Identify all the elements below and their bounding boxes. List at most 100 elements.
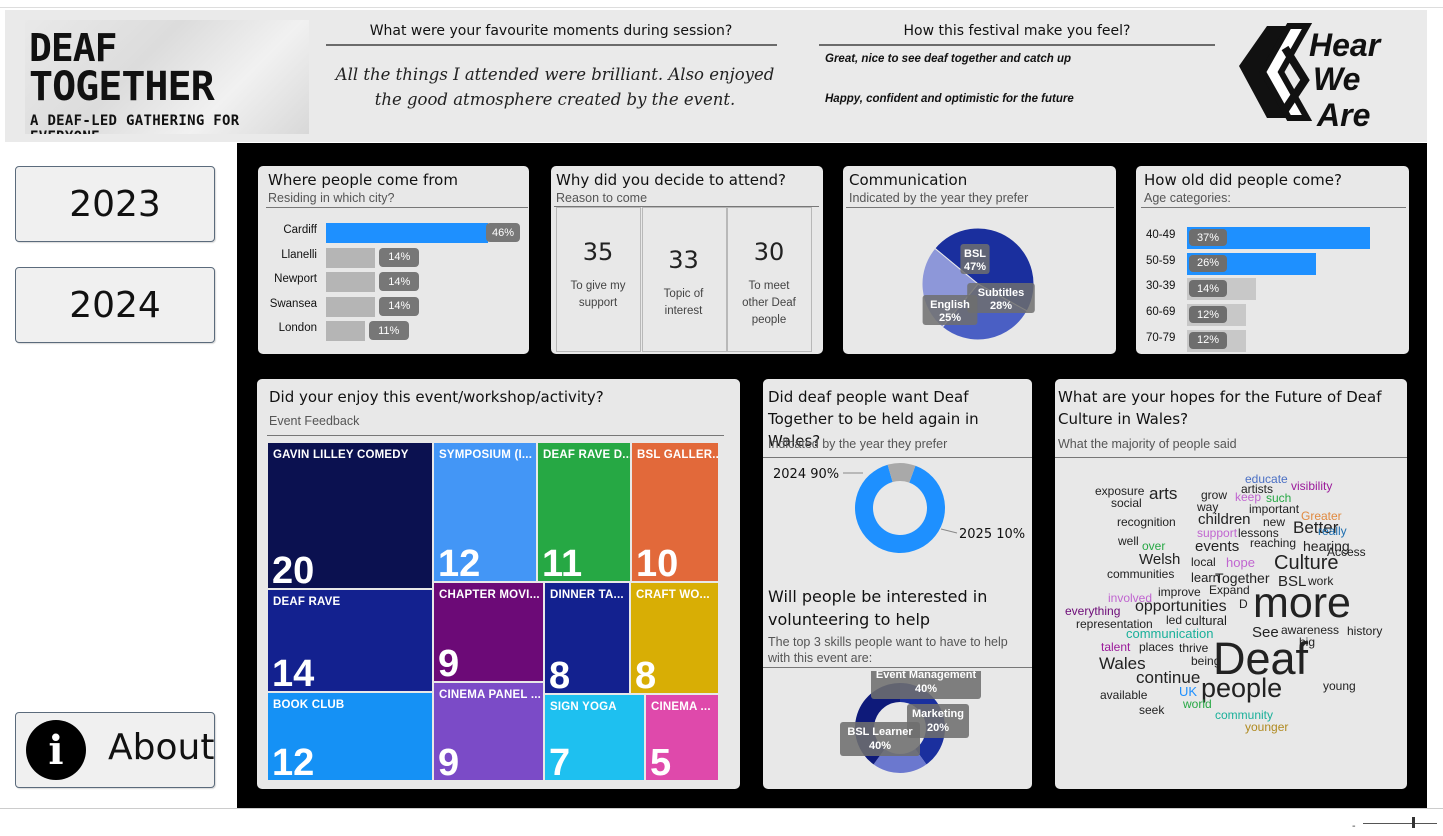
why-kpi-label: To give my support [570, 280, 626, 309]
deaf-together-logo: DEAF TOGETHER A DEAF-LED GATHERING FOR E… [25, 20, 309, 134]
year-2023-button[interactable]: 2023 [15, 166, 215, 242]
pie-slice-name: English [930, 299, 970, 311]
why-kpi-value: 35 [582, 238, 614, 266]
pie-slice-pct: 25% [939, 312, 961, 324]
dashboard-page: DEAF TOGETHER A DEAF-LED GATHERING FOR E… [0, 0, 1443, 836]
why-kpi-label: Topic of interest [663, 288, 704, 317]
treemap-tile[interactable]: CHAPTER MOVI... 9 [434, 583, 543, 681]
treemap-tile[interactable]: CINEMA PANEL ... 9 [434, 683, 543, 780]
word-cloud-term: more [1253, 579, 1351, 627]
age-label: 40-49 [1146, 229, 1176, 241]
why-kpi-card: 30 To meet other Deaf people [727, 207, 812, 352]
word-cloud-term: Expand [1209, 583, 1250, 597]
age-label: 50-59 [1146, 254, 1176, 267]
treemap-tile[interactable]: BOOK CLUB 12 [268, 693, 432, 780]
where-from-rule [266, 207, 528, 208]
city-bar[interactable] [326, 223, 488, 243]
where-from-card: Where people come from Residing in which… [258, 166, 529, 354]
treemap-tile-value: 11 [542, 543, 583, 581]
bottom-status-bar: - [0, 808, 1443, 836]
word-cloud-term: young [1323, 679, 1356, 693]
city-bar[interactable] [326, 296, 376, 317]
pie-slice-name: Subtitles [978, 287, 1024, 299]
why-kpi-label: To meet other Deaf people [742, 280, 796, 326]
why-kpi-card: 35 To give my support [556, 207, 641, 352]
volunteer-skill-name: Marketing [912, 708, 964, 720]
word-cloud-term: reaching [1250, 536, 1297, 550]
word-cloud-term: led [1166, 613, 1183, 627]
age-rule [1141, 207, 1406, 208]
zoom-slider-handle[interactable] [1412, 817, 1415, 828]
treemap-tile-value: 14 [272, 653, 315, 691]
age-title: How old did people come? [1144, 171, 1342, 189]
feedback-treemap: GAVIN LILLEY COMEDY 20 DEAF RAVE 14 BOOK CLU… [268, 443, 718, 780]
city-bar[interactable] [326, 272, 376, 292]
zoom-minus-icon[interactable]: - [1352, 821, 1356, 832]
volunteer-skill-pct: 40% [869, 740, 891, 752]
why-attend-card: Why did you decide to attend? Reason to … [551, 166, 823, 354]
word-cloud-term: available [1100, 688, 1148, 702]
treemap-tile[interactable]: DINNER TA... 8 [545, 583, 629, 693]
word-cloud-term: thrive [1179, 641, 1209, 655]
city-bar[interactable] [326, 247, 376, 268]
word-cloud-term: world [1183, 697, 1212, 711]
treemap-tile-value: 10 [636, 543, 679, 581]
treemap-tile-label: DINNER TA... [550, 589, 624, 601]
again-wales-donut: 2024 90% 2025 10% [773, 463, 1025, 553]
treemap-tile[interactable]: BSL GALLER... 10 [632, 443, 718, 581]
word-cloud-term: people [1201, 673, 1283, 703]
word-cloud-term: social [1111, 496, 1142, 510]
hopes-word-cloud: educate exposure artists visibility social ar… [1055, 379, 1407, 789]
age-pct-label: 14% [1189, 280, 1227, 298]
treemap-tile[interactable]: CINEMA ... 5 [646, 695, 718, 780]
treemap-tile-label: BOOK CLUB [273, 699, 345, 711]
why-kpi-value: 33 [668, 246, 699, 274]
treemap-tile[interactable]: CRAFT WO... 8 [631, 583, 718, 693]
dashboard-area: Where people come from Residing in which… [237, 143, 1427, 808]
word-cloud-term: communities [1107, 567, 1175, 581]
pie-slice-pct: 47% [964, 261, 986, 273]
treemap-tile-label: DEAF RAVE D... [543, 449, 630, 461]
volunteer-skill-pct: 20% [927, 722, 949, 734]
word-cloud-term: everything [1065, 604, 1121, 618]
favourite-moments-answer: All the things I attended were brilliant… [335, 65, 775, 109]
city-label: Swansea [269, 297, 317, 310]
word-cloud-term: communication [1126, 626, 1214, 641]
volunteer-title: Will people be interested in volunteerin… [768, 587, 988, 629]
treemap-tile-value: 7 [549, 742, 571, 780]
treemap-tile[interactable]: SYMPOSIUM (I... 12 [434, 443, 536, 581]
hwa-word-3: Are [1316, 97, 1370, 133]
volunteer-skill-name: Event Management [876, 671, 977, 681]
word-cloud-term: Culture [1274, 552, 1339, 574]
where-from-title: Where people come from [268, 171, 458, 189]
treemap-tile-value: 20 [272, 550, 315, 588]
volunteer-skill-name: BSL Learner [847, 726, 913, 738]
city-pct-label: 14% [379, 247, 420, 267]
about-button[interactable]: i About [15, 712, 215, 788]
treemap-tile[interactable]: SIGN YOGA 7 [545, 695, 644, 780]
city-bar[interactable] [326, 321, 365, 341]
treemap-tile-value: 9 [438, 742, 460, 780]
hopes-card: What are your hopes for the Future of De… [1055, 379, 1407, 789]
treemap-tile-value: 8 [635, 655, 657, 693]
volunteer-donut: Event Management 40% Marketing 20% BSL Learn… [840, 671, 981, 773]
city-label: Cardiff [283, 224, 317, 236]
word-cloud-term: recognition [1117, 515, 1176, 529]
age-pct-label: 12% [1189, 306, 1227, 324]
treemap-tile[interactable]: GAVIN LILLEY COMEDY 20 [268, 443, 432, 588]
city-pct-label: 14% [379, 296, 420, 316]
year-2024-button[interactable]: 2024 [15, 267, 215, 343]
treemap-tile-label: DEAF RAVE [273, 596, 341, 608]
treemap-tile-label: BSL GALLER... [637, 449, 718, 461]
why-attend-subtitle: Reason to come [556, 191, 648, 205]
treemap-tile[interactable]: DEAF RAVE 14 [268, 590, 432, 691]
why-kpi-card: 33 Topic of interest [641, 207, 727, 352]
why-kpi-value: 30 [753, 238, 785, 266]
communication-card: Communication Indicated by the year they… [843, 166, 1116, 354]
age-pct-label: 12% [1189, 331, 1227, 349]
where-from-subtitle: Residing in which city? [268, 191, 395, 205]
treemap-tile[interactable]: DEAF RAVE D... 11 [538, 443, 630, 581]
word-cloud-term: well [1118, 534, 1139, 548]
why-attend-title: Why did you decide to attend? [556, 171, 786, 189]
zoom-slider[interactable] [1363, 823, 1437, 824]
